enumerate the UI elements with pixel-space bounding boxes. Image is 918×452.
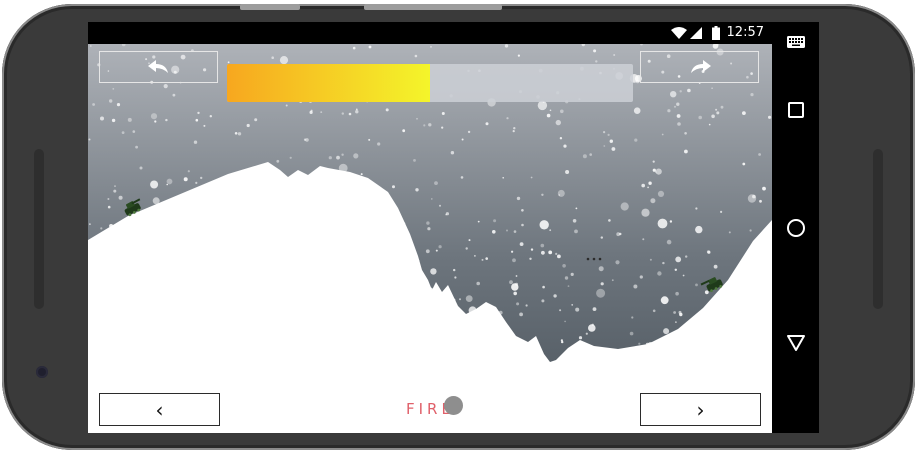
- left-speaker: [34, 149, 44, 309]
- home-button[interactable]: [782, 214, 809, 241]
- game-scene: [88, 44, 772, 433]
- redo-button[interactable]: [640, 51, 759, 83]
- volume-button: [240, 4, 300, 10]
- undo-button[interactable]: [99, 51, 218, 83]
- status-bar: 12:57: [88, 22, 772, 44]
- battery-icon: [712, 26, 720, 40]
- aim-left-label: ‹: [155, 397, 164, 422]
- device-screen: 12:57 ‹ › FIRE: [88, 22, 819, 433]
- wifi-icon: [671, 27, 687, 39]
- power-meter-fill: [227, 64, 430, 102]
- game-canvas[interactable]: ‹ › FIRE: [88, 44, 772, 433]
- front-camera: [36, 366, 48, 378]
- aim-left-button[interactable]: ‹: [99, 393, 220, 426]
- projectile-trail: [586, 257, 602, 261]
- recents-icon: [787, 101, 804, 118]
- power-meter[interactable]: [227, 64, 633, 102]
- power-button: [364, 4, 502, 10]
- cell-signal-icon: [690, 27, 702, 39]
- aim-right-button[interactable]: ›: [640, 393, 761, 426]
- navigation-bar: [772, 22, 819, 433]
- keyboard-icon: [786, 35, 805, 48]
- aim-right-label: ›: [696, 397, 705, 422]
- back-icon: [786, 334, 805, 351]
- touch-indicator: [444, 396, 463, 415]
- recents-button[interactable]: [782, 96, 809, 123]
- undo-arrow-icon: [147, 60, 168, 73]
- status-time: 12:57: [726, 25, 764, 40]
- redo-arrow-icon: [690, 60, 711, 73]
- back-button[interactable]: [782, 329, 809, 356]
- home-icon: [786, 218, 805, 237]
- right-speaker: [873, 149, 883, 309]
- keyboard-button[interactable]: [782, 28, 809, 55]
